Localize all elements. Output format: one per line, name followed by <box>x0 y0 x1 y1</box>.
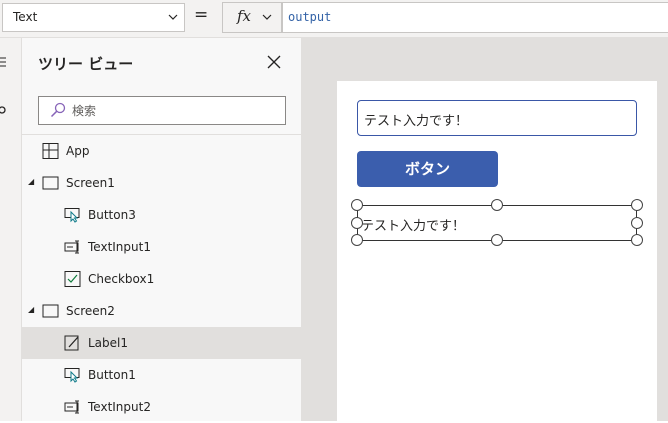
left-rail <box>0 38 22 421</box>
formula-text: output <box>288 10 332 24</box>
fx-button[interactable]: fx <box>222 2 282 33</box>
chevron-down-icon <box>168 14 178 20</box>
resize-handle-top-left[interactable] <box>351 199 363 211</box>
design-canvas: テスト入力です！ ボタン テスト入力です！ <box>302 38 668 421</box>
tree-item-label: Screen2 <box>66 304 115 318</box>
text-input-icon <box>64 240 79 254</box>
tree-item-checkbox1[interactable]: Checkbox1 <box>22 263 301 295</box>
tree-item-button3[interactable]: Button3 <box>22 199 301 231</box>
resize-handle-top[interactable] <box>491 199 503 211</box>
tree-item-app[interactable]: App <box>22 135 301 167</box>
close-icon[interactable] <box>266 54 282 70</box>
resize-handle-left[interactable] <box>351 217 363 229</box>
tree-view-title: ツリー ビュー <box>38 55 134 73</box>
canvas-text-input[interactable]: テスト入力です！ <box>357 100 637 136</box>
tree-item-label1[interactable]: Label1 <box>22 327 301 359</box>
tree-view-panel: ツリー ビュー App ◢ Screen1 Button3 <box>22 38 302 421</box>
search-icon <box>50 102 66 118</box>
fx-icon: fx <box>237 7 252 25</box>
button-icon <box>64 368 80 383</box>
chevron-down-icon <box>262 14 272 20</box>
property-value: Text <box>13 10 38 24</box>
tree-item-label: TextInput2 <box>88 400 151 414</box>
tree-item-label: Checkbox1 <box>88 272 155 286</box>
tree-item-label: TextInput1 <box>88 240 151 254</box>
formula-input[interactable]: output <box>282 2 668 33</box>
caret-expanded-icon[interactable]: ◢ <box>28 305 34 314</box>
resize-handle-bottom[interactable] <box>491 234 503 246</box>
checkbox-icon <box>64 271 81 287</box>
tree-item-label: Button3 <box>88 208 136 222</box>
screen-icon <box>42 176 59 190</box>
resize-handle-bottom-left[interactable] <box>351 234 363 246</box>
text-input-icon <box>64 400 79 414</box>
tree-item-textinput1[interactable]: TextInput1 <box>22 231 301 263</box>
canvas-button[interactable]: ボタン <box>357 151 498 187</box>
tree-item-screen1[interactable]: ◢ Screen1 <box>22 167 301 199</box>
tree-item-screen2[interactable]: ◢ Screen2 <box>22 295 301 327</box>
app-icon <box>42 143 59 159</box>
tree-item-label: App <box>66 144 90 158</box>
text-input-value: テスト入力です！ <box>364 114 469 129</box>
tree-item-button1[interactable]: Button1 <box>22 359 301 391</box>
button-icon <box>64 208 80 223</box>
tree-item-textinput2[interactable]: TextInput2 <box>22 391 301 423</box>
label-icon <box>64 335 79 351</box>
app-screen[interactable]: テスト入力です！ ボタン テスト入力です！ <box>337 81 657 421</box>
tree-item-label: Screen1 <box>66 176 115 190</box>
property-dropdown[interactable]: Text <box>2 3 185 32</box>
caret-expanded-icon[interactable]: ◢ <box>28 177 34 186</box>
resize-handle-right[interactable] <box>631 217 643 229</box>
label-text: テスト入力です！ <box>361 219 466 234</box>
search-box <box>38 96 286 125</box>
equals-sign: = <box>194 5 209 25</box>
tree-item-label: Button1 <box>88 368 136 382</box>
search-input[interactable] <box>72 100 272 121</box>
resize-handle-bottom-right[interactable] <box>631 234 643 246</box>
screen-icon <box>42 304 59 318</box>
tree-item-label: Label1 <box>88 336 129 350</box>
resize-handle-top-right[interactable] <box>631 199 643 211</box>
layers-icon[interactable] <box>0 103 8 117</box>
formula-bar: Text = fx output <box>0 0 668 38</box>
menu-icon[interactable] <box>0 55 8 69</box>
